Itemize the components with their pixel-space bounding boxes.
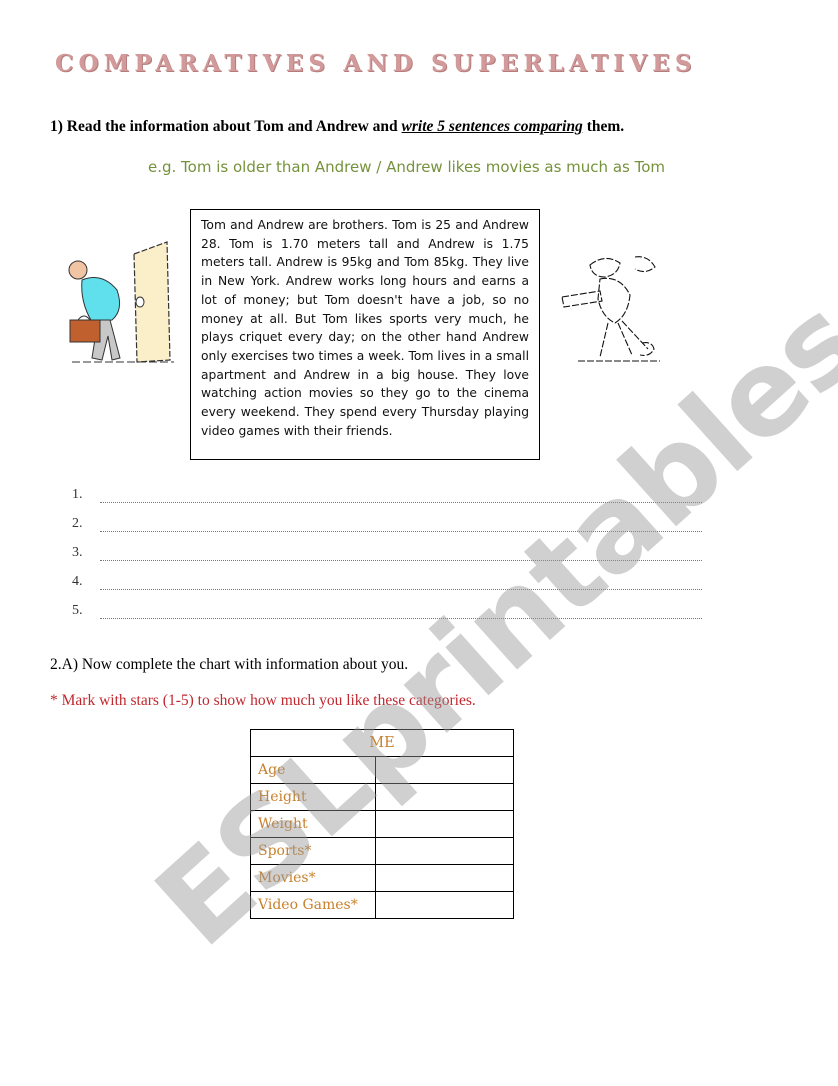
stars-note: * Mark with stars (1-5) to show how much… <box>50 692 476 709</box>
answer-line-number: 2. <box>72 516 83 531</box>
answer-line: 4. <box>72 572 702 601</box>
row-label: Weight <box>250 810 376 838</box>
table-header: ME <box>250 729 514 757</box>
table-row: Sports* <box>250 837 515 865</box>
table-row: Age <box>250 756 515 784</box>
row-label: Movies* <box>250 864 376 892</box>
row-value-cell <box>374 810 515 838</box>
exercise-2-instruction: 2.A) Now complete the chart with informa… <box>50 656 409 673</box>
row-label: Video Games* <box>250 891 376 919</box>
answer-line-number: 4. <box>72 574 83 589</box>
row-label: Age <box>250 756 376 784</box>
instruction-emphasis: write 5 sentences comparing <box>401 118 583 135</box>
instruction-suffix: them. <box>582 118 625 135</box>
cricket-player-illustration <box>561 256 660 362</box>
man-with-briefcase-illustration <box>68 241 174 363</box>
height-input[interactable] <box>382 789 510 807</box>
row-value-cell <box>374 864 515 892</box>
answer-input-2[interactable] <box>102 514 702 536</box>
answer-line: 3. <box>72 543 702 572</box>
table-row: Height <box>250 783 515 811</box>
reading-passage-box: Tom and Andrew are brothers. Tom is 25 a… <box>190 209 540 460</box>
row-value-cell <box>374 837 515 865</box>
table-row: Movies* <box>250 864 515 892</box>
table-row: Weight <box>250 810 515 838</box>
age-input[interactable] <box>382 762 510 780</box>
answer-lines: 1. 2. 3. 4. 5. <box>72 485 702 630</box>
answer-line: 1. <box>72 485 702 514</box>
table-header-row: ME <box>250 729 514 757</box>
answer-line-number: 1. <box>72 487 83 502</box>
instruction-prefix: 1) Read the information about Tom and An… <box>50 118 402 135</box>
answer-line: 2. <box>72 514 702 543</box>
answer-line-number: 5. <box>72 603 83 618</box>
weight-input[interactable] <box>382 816 510 834</box>
table-row: Video Games* <box>250 891 515 919</box>
video-games-input[interactable] <box>382 897 510 915</box>
answer-input-4[interactable] <box>102 572 702 594</box>
answer-line-number: 3. <box>72 545 83 560</box>
row-value-cell <box>374 891 515 919</box>
row-value-cell <box>374 783 515 811</box>
answer-line: 5. <box>72 601 702 630</box>
worksheet-title: COMPARATIVES AND SUPERLATIVES <box>55 50 697 77</box>
worksheet-page: COMPARATIVES AND SUPERLATIVES 1) Read th… <box>0 0 838 1086</box>
me-table: ME Age Height Weight Sports* Movies* Vid… <box>250 729 515 919</box>
answer-input-5[interactable] <box>102 601 702 623</box>
movies-input[interactable] <box>382 870 510 888</box>
row-label: Sports* <box>250 837 376 865</box>
sports-input[interactable] <box>382 843 510 861</box>
example-sentence: e.g. Tom is older than Andrew / Andrew l… <box>148 158 666 176</box>
reading-passage-text: Tom and Andrew are brothers. Tom is 25 a… <box>201 218 529 438</box>
exercise-1-instruction: 1) Read the information about Tom and An… <box>50 118 624 136</box>
answer-input-1[interactable] <box>102 485 702 507</box>
row-value-cell <box>374 756 515 784</box>
row-label: Height <box>250 783 376 811</box>
answer-input-3[interactable] <box>102 543 702 565</box>
